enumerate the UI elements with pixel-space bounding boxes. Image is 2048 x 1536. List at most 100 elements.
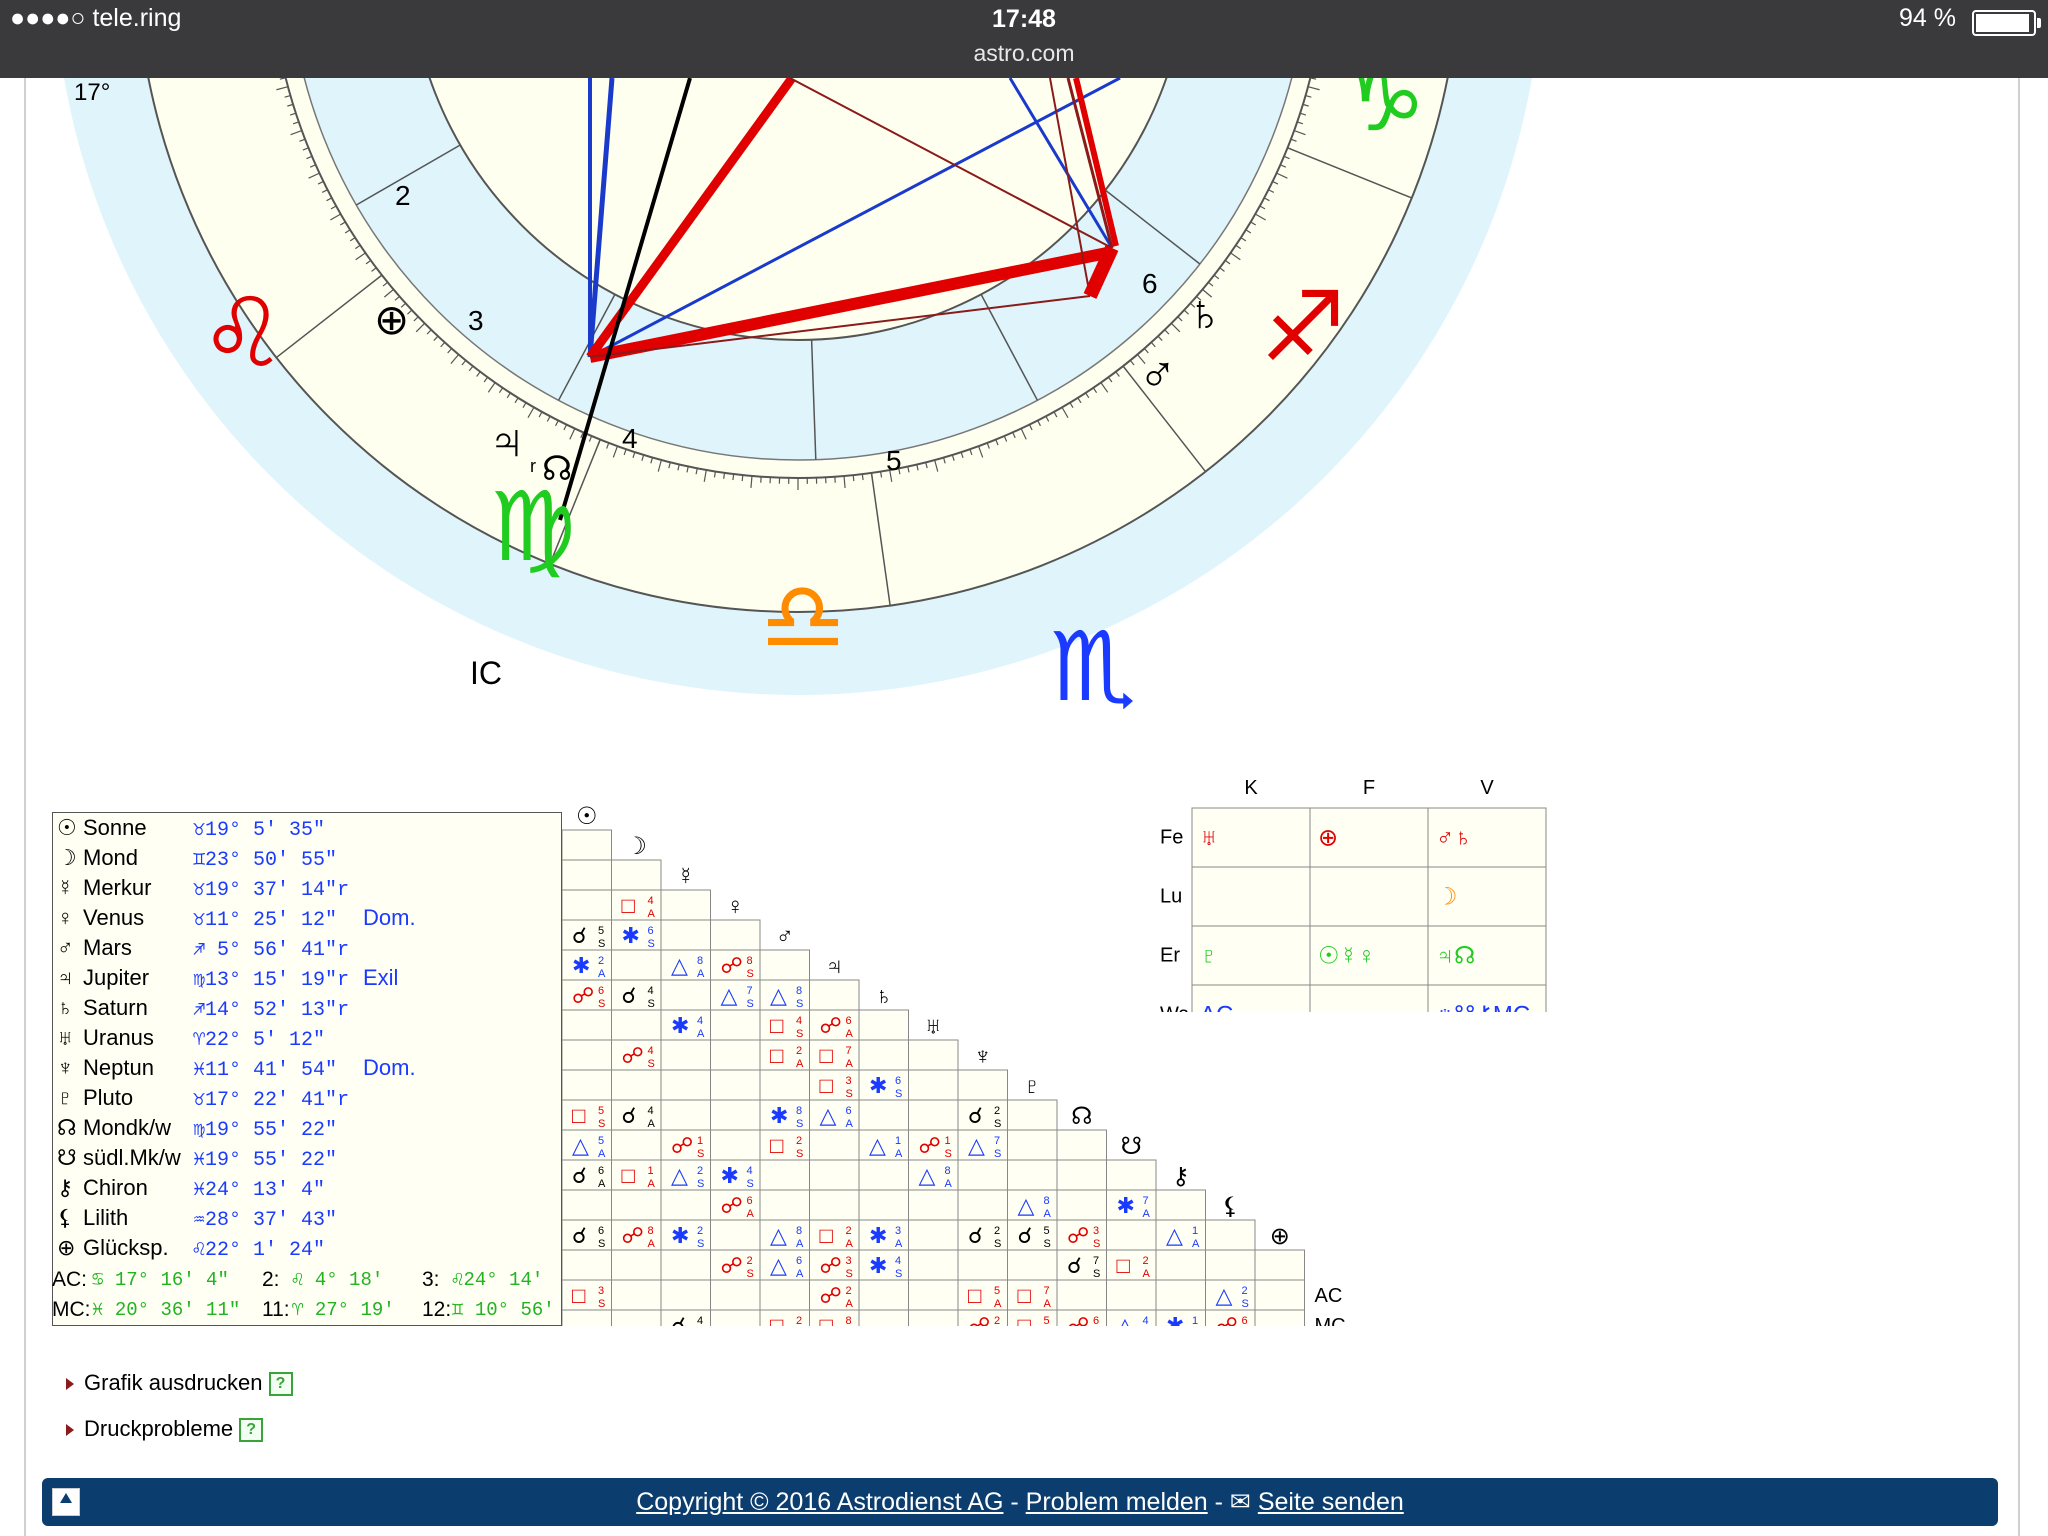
planet-dignity: Dom. xyxy=(363,1055,416,1080)
node-icon: ☊ xyxy=(542,450,572,488)
planet-position: ♊23° 50' 55" xyxy=(193,849,338,872)
print-chart-link[interactable]: Grafik ausdrucken? xyxy=(66,1370,293,1397)
element-cell-glyphs: ♇ xyxy=(1200,943,1218,970)
planet-name: Mars xyxy=(83,935,132,960)
aspect-cell xyxy=(1205,1249,1256,1281)
horoscope-wheel: ♌ ♍ ♎ ♏ ♐ ♑ 2 3 4 5 6 17° IC ⊕ ♃ r ☊ ♄ ♂ xyxy=(64,42,1532,721)
planet-row: ⚷ Chiron ♓24° 13' 4" xyxy=(57,1175,363,1205)
planet-position: ♓19° 55' 22" xyxy=(193,1149,338,1172)
aspect-mark: ✱ xyxy=(622,923,640,948)
aspect-orb-type: A xyxy=(1044,1298,1052,1310)
aspect-orb: 6 xyxy=(796,1255,802,1267)
degree-tick xyxy=(1318,42,1330,44)
element-cell xyxy=(1309,866,1429,927)
aspect-cell xyxy=(858,1159,909,1191)
aspect-cell xyxy=(809,1189,860,1221)
aspect-mark: ☍ xyxy=(622,1043,644,1068)
aspect-orb: 4 xyxy=(895,1255,901,1267)
aspect-mark: □ xyxy=(622,893,635,918)
aspect-header-icon: ☊ xyxy=(1071,1103,1092,1130)
aspect-orb: 2 xyxy=(796,1315,802,1326)
aspect-orb: 5 xyxy=(1044,1315,1050,1326)
house-cusp-h2v: ♈ 27° 19' xyxy=(292,1299,395,1321)
aspect-orb: 1 xyxy=(648,1165,654,1177)
print-problems-link[interactable]: Druckprobleme? xyxy=(66,1416,264,1443)
aspect-cell xyxy=(957,1159,1008,1191)
aspect-cell xyxy=(858,1039,909,1071)
aspect-orb-type: A xyxy=(1143,1208,1151,1220)
aspect-cell xyxy=(562,1189,612,1221)
aspect-cell xyxy=(759,1159,810,1191)
aspect-mark: △ xyxy=(1117,1313,1134,1326)
aspect-orb-type: A xyxy=(697,968,705,980)
aspect-orb: 6 xyxy=(1093,1315,1099,1326)
aspect-orb: 7 xyxy=(1044,1285,1050,1297)
house-number: 4 xyxy=(622,423,638,454)
aspect-orb-type: A xyxy=(697,1028,705,1040)
aspect-header-icon: ☉ xyxy=(576,806,598,830)
aspect-mark: △ xyxy=(869,1133,886,1158)
aspect-mark: □ xyxy=(1018,1283,1031,1308)
house-cusp-h3v: ♌24° 14' xyxy=(452,1269,544,1291)
aspect-orb: 6 xyxy=(846,1015,852,1027)
aspect-orb: 8 xyxy=(945,1165,951,1177)
aspect-orb-type: A xyxy=(994,1298,1002,1310)
aspect-mark: ☍ xyxy=(721,1193,743,1218)
aspect-orb: 6 xyxy=(1242,1315,1248,1326)
aspect-orb-type: S xyxy=(747,1178,754,1190)
aspect-mark: ☌ xyxy=(968,1223,983,1248)
aspect-cell xyxy=(710,1219,761,1251)
aspect-orb-type: S xyxy=(994,1118,1001,1130)
aspect-orb: 6 xyxy=(598,985,604,997)
aspect-orb: 6 xyxy=(648,925,654,937)
copyright-link[interactable]: Copyright © 2016 Astrodienst AG xyxy=(636,1488,1003,1516)
aspect-mark: □ xyxy=(820,1223,833,1248)
planet-row: ☽ Mond ♊23° 50' 55" xyxy=(57,845,363,875)
aspect-orb-type: A xyxy=(598,1148,606,1160)
planet-name: Lilith xyxy=(83,1205,129,1230)
planet-symbol-icon: ⊕ xyxy=(57,1235,76,1260)
planet-row: ☉ Sonne ♉19° 5' 35" xyxy=(57,815,363,845)
planet-symbol-icon: ♄ xyxy=(57,995,74,1020)
report-problem-link[interactable]: Problem melden xyxy=(1026,1488,1208,1516)
aspect-cell xyxy=(957,1069,1008,1101)
aspect-header-icon: ☋ xyxy=(1121,1133,1142,1160)
help-icon[interactable]: ? xyxy=(268,1372,293,1397)
aspect-header-icon: ♀ xyxy=(726,893,744,920)
planet-dignity: Dom. xyxy=(363,905,416,930)
footer-bar: Copyright © 2016 Astrodienst AG - Proble… xyxy=(42,1478,1998,1526)
aspect-cell xyxy=(660,889,711,921)
planet-row: ♆ Neptun ♓11° 41' 54" Dom. xyxy=(57,1055,416,1085)
element-cell-glyphs: ⊕ xyxy=(1318,825,1338,852)
aspect-orb: 7 xyxy=(1093,1255,1099,1267)
aspect-cell xyxy=(611,1009,662,1041)
planet-name: Uranus xyxy=(83,1025,154,1050)
aspect-cell xyxy=(858,1099,909,1131)
aspect-cell xyxy=(562,1009,612,1041)
aspect-cell xyxy=(858,1189,909,1221)
bullet-arrow-icon xyxy=(66,1424,74,1437)
aspect-orb-type: A xyxy=(796,1268,804,1280)
aspect-orb: 2 xyxy=(697,1165,703,1177)
aspect-mark: ☍ xyxy=(671,1133,693,1158)
element-col-header: V xyxy=(1480,777,1494,799)
virgo-sign-icon: ♍ xyxy=(490,474,576,581)
planet-name: Saturn xyxy=(83,995,148,1020)
planet-position: ♈22° 5' 12" xyxy=(193,1029,326,1052)
aspect-orb-type: A xyxy=(895,1238,903,1250)
aspect-mark: △ xyxy=(671,953,688,978)
mars-icon: ♂ xyxy=(1138,346,1177,404)
help-icon[interactable]: ? xyxy=(239,1418,264,1443)
aspect-header-icon: ♃ xyxy=(825,953,843,980)
aspect-orb-type: A xyxy=(1044,1208,1052,1220)
aspect-orb-type: S xyxy=(747,1268,754,1280)
send-page-link[interactable]: Seite senden xyxy=(1258,1488,1404,1516)
house-cusp-val: ♋ 17° 16' 4" xyxy=(92,1269,229,1291)
aspect-cell xyxy=(710,1099,761,1131)
aspect-mark: □ xyxy=(968,1283,981,1308)
aspect-header-icon: ♄ xyxy=(875,983,893,1010)
element-cell-glyphs: ♂♄ xyxy=(1436,825,1472,852)
aspect-orb-type: A xyxy=(747,1208,755,1220)
aspect-header-icon: ☽ xyxy=(625,833,647,860)
aspect-orb: 5 xyxy=(598,925,604,937)
